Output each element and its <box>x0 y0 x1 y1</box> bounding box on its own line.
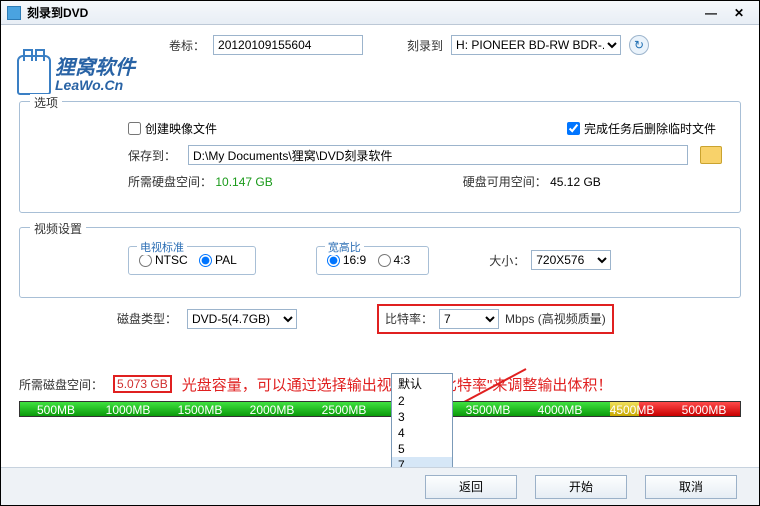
bitrate-label: 比特率： <box>385 310 433 327</box>
create-image-input[interactable] <box>128 122 141 135</box>
tick: 500MB <box>20 403 92 417</box>
logo-chinese: 狸窝软件 <box>55 58 135 78</box>
tick: 5000MB <box>668 403 740 417</box>
capacity-bar-container: 500MB 1000MB 1500MB 2000MB 2500MB 3000MB… <box>19 401 741 417</box>
footer: 返回 开始 取消 <box>1 467 759 505</box>
ntsc-radio[interactable]: NTSC <box>139 253 188 267</box>
logo: 狸窝软件 LeaWo.Cn <box>17 55 135 95</box>
tv-standard-group: 电视标准 NTSC PAL <box>128 246 256 275</box>
tick: 4000MB <box>524 403 596 417</box>
pal-radio[interactable]: PAL <box>199 253 237 267</box>
back-button[interactable]: 返回 <box>425 475 517 499</box>
tv-standard-label: 电视标准 <box>137 239 187 255</box>
size-select[interactable]: 720X576 <box>531 250 611 270</box>
tick: 2500MB <box>308 403 380 417</box>
tick: 4500MB <box>596 403 668 417</box>
bitrate-dropdown[interactable]: 默认 2 3 4 5 7 9 <box>391 373 453 467</box>
create-image-label: 创建映像文件 <box>145 120 217 137</box>
close-button[interactable]: ✕ <box>725 6 753 20</box>
need-disc-label: 所需磁盘空间： <box>19 376 103 393</box>
disc-type-label: 磁盘类型： <box>117 310 177 327</box>
minimize-button[interactable]: — <box>697 6 725 20</box>
aspect-group: 宽高比 16:9 4:3 <box>316 246 429 275</box>
options-group: 选项 创建映像文件 完成任务后删除临时文件 保存到： 所需硬盘空间： 10.14… <box>19 101 741 213</box>
bitrate-option[interactable]: 2 <box>392 393 452 409</box>
bitrate-option[interactable]: 默认 <box>392 374 452 393</box>
aspect-43-radio[interactable]: 4:3 <box>378 253 411 267</box>
tick: 2000MB <box>236 403 308 417</box>
disc-need-row: 所需磁盘空间： 5.073 GB 光盘容量，可以通过选择输出视频质量"比特率"来… <box>19 374 741 395</box>
need-space-value: 10.147 GB <box>215 175 272 189</box>
burn-to-select[interactable]: H: PIONEER BD-RW BDR-... <box>451 35 621 55</box>
free-space-label: 硬盘可用空间： <box>463 175 547 189</box>
bitrate-option[interactable]: 3 <box>392 409 452 425</box>
app-icon <box>7 6 21 20</box>
volume-label-label: 卷标： <box>169 37 205 54</box>
bitrate-option[interactable]: 5 <box>392 441 452 457</box>
bitrate-option[interactable]: 4 <box>392 425 452 441</box>
delete-temp-checkbox[interactable]: 完成任务后删除临时文件 <box>567 120 716 137</box>
tick: 1000MB <box>92 403 164 417</box>
capacity-bar: 500MB 1000MB 1500MB 2000MB 2500MB 3000MB… <box>19 401 741 417</box>
create-image-checkbox[interactable]: 创建映像文件 <box>128 120 217 137</box>
top-row: 卷标： 刻录到 H: PIONEER BD-RW BDR-... ↻ <box>1 25 759 57</box>
bitrate-highlight: 比特率： 7 Mbps (高视频质量) <box>377 304 614 334</box>
need-space-label: 所需硬盘空间： <box>128 175 212 189</box>
bitrate-select[interactable]: 7 <box>439 309 499 329</box>
disc-row: 磁盘类型： DVD-5(4.7GB) 比特率： 7 Mbps (高视频质量) <box>19 304 741 334</box>
aspect-label: 宽高比 <box>325 239 364 255</box>
disc-type-select[interactable]: DVD-5(4.7GB) <box>187 309 297 329</box>
tick: 3500MB <box>452 403 524 417</box>
delete-temp-label: 完成任务后删除临时文件 <box>584 120 716 137</box>
free-space-value: 45.12 GB <box>550 175 601 189</box>
volume-label-input[interactable] <box>213 35 363 55</box>
options-legend: 选项 <box>30 94 62 111</box>
delete-temp-input[interactable] <box>567 122 580 135</box>
video-group: 视频设置 电视标准 NTSC PAL 宽高比 16:9 4:3 大小： 720X… <box>19 227 741 298</box>
bitrate-unit: Mbps (高视频质量) <box>505 310 606 327</box>
need-disc-value-box: 5.073 GB <box>113 375 172 393</box>
refresh-icon[interactable]: ↻ <box>629 35 649 55</box>
start-button[interactable]: 开始 <box>535 475 627 499</box>
window-title: 刻录到DVD <box>27 4 697 21</box>
size-label: 大小： <box>489 252 525 269</box>
video-legend: 视频设置 <box>30 220 86 237</box>
save-to-label: 保存到： <box>128 147 176 164</box>
save-to-input[interactable] <box>188 145 688 165</box>
title-bar: 刻录到DVD — ✕ <box>1 1 759 25</box>
bitrate-option[interactable]: 7 <box>392 457 452 467</box>
aspect-169-radio[interactable]: 16:9 <box>327 253 366 267</box>
need-disc-value: 5.073 GB <box>117 377 168 391</box>
browse-folder-icon[interactable] <box>700 146 722 164</box>
logo-cat-icon <box>17 55 51 95</box>
burn-to-label: 刻录到 <box>407 37 443 54</box>
logo-latin: LeaWo.Cn <box>55 78 135 92</box>
content-area: 狸窝软件 LeaWo.Cn 卷标： 刻录到 H: PIONEER BD-RW B… <box>1 25 759 467</box>
cancel-button[interactable]: 取消 <box>645 475 737 499</box>
tick: 1500MB <box>164 403 236 417</box>
